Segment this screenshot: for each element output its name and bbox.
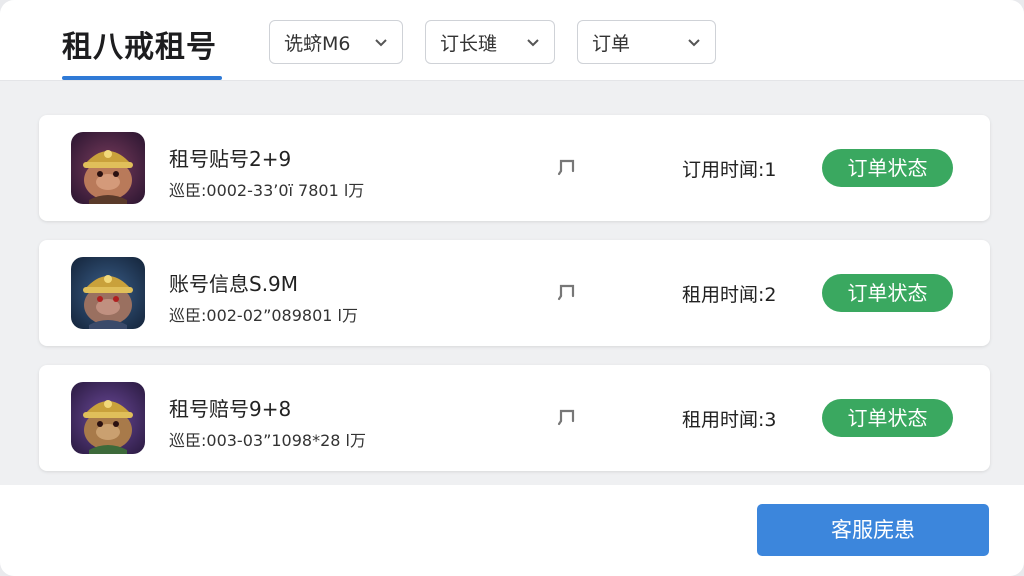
order-status-button[interactable]: 订单状态 bbox=[822, 149, 953, 187]
page-title: 租八戒租号 bbox=[62, 30, 217, 65]
account-price: 巡臣:003-03”1098*28 l万 bbox=[169, 431, 366, 450]
game-hero-avatar-icon bbox=[71, 257, 145, 329]
chevron-down-icon bbox=[688, 39, 700, 47]
account-name: 租号贴号2+9 bbox=[169, 147, 292, 171]
chevron-down-icon bbox=[375, 39, 387, 47]
order-status-button[interactable]: 订单状态 bbox=[822, 399, 953, 437]
title-active-underline bbox=[62, 76, 222, 80]
rent-time: 租用时闻:2 bbox=[682, 284, 777, 306]
order-status-button[interactable]: 订单状态 bbox=[822, 274, 953, 312]
filter-dropdown-label: 订长璡 bbox=[440, 32, 498, 55]
link-icon[interactable] bbox=[555, 280, 579, 304]
account-card[interactable]: 租号赔号9+8 巡臣:003-03”1098*28 l万 租用时闻:3 订单状态 bbox=[39, 365, 990, 471]
filter-dropdown-label: 订单 bbox=[592, 32, 631, 55]
footer-bar: 客服庑患 bbox=[0, 485, 1024, 576]
filter-dropdown-3[interactable]: 订单 bbox=[577, 20, 716, 64]
account-price: 巡臣:0002-33’0ï 7801 l万 bbox=[169, 181, 365, 200]
account-name: 账号信息S.9M bbox=[169, 272, 299, 296]
account-card[interactable]: 账号信息S.9M 巡臣:002-02”089801 l万 租用时闻:2 订单状态 bbox=[39, 240, 990, 346]
game-hero-avatar-icon bbox=[71, 132, 145, 204]
customer-service-button[interactable]: 客服庑患 bbox=[757, 504, 989, 556]
app-window: 租八戒租号 诜蛴M6 订长璡 订单 租号贴号2+9 巡臣:0002-33’0ï … bbox=[0, 0, 1024, 576]
game-hero-avatar-icon bbox=[71, 382, 145, 454]
link-icon[interactable] bbox=[555, 405, 579, 429]
header-bar: 租八戒租号 诜蛴M6 订长璡 订单 bbox=[0, 0, 1024, 81]
chevron-down-icon bbox=[527, 39, 539, 47]
account-price: 巡臣:002-02”089801 l万 bbox=[169, 306, 358, 325]
rent-time: 租用时闻:3 bbox=[682, 409, 777, 431]
link-icon[interactable] bbox=[555, 155, 579, 179]
filter-dropdown-2[interactable]: 订长璡 bbox=[425, 20, 555, 64]
account-name: 租号赔号9+8 bbox=[169, 397, 292, 421]
filter-dropdown-1[interactable]: 诜蛴M6 bbox=[269, 20, 403, 64]
rent-time: 订用时闻:1 bbox=[682, 159, 777, 181]
account-card[interactable]: 租号贴号2+9 巡臣:0002-33’0ï 7801 l万 订用时闻:1 订单状… bbox=[39, 115, 990, 221]
filter-dropdown-label: 诜蛴M6 bbox=[284, 32, 351, 55]
